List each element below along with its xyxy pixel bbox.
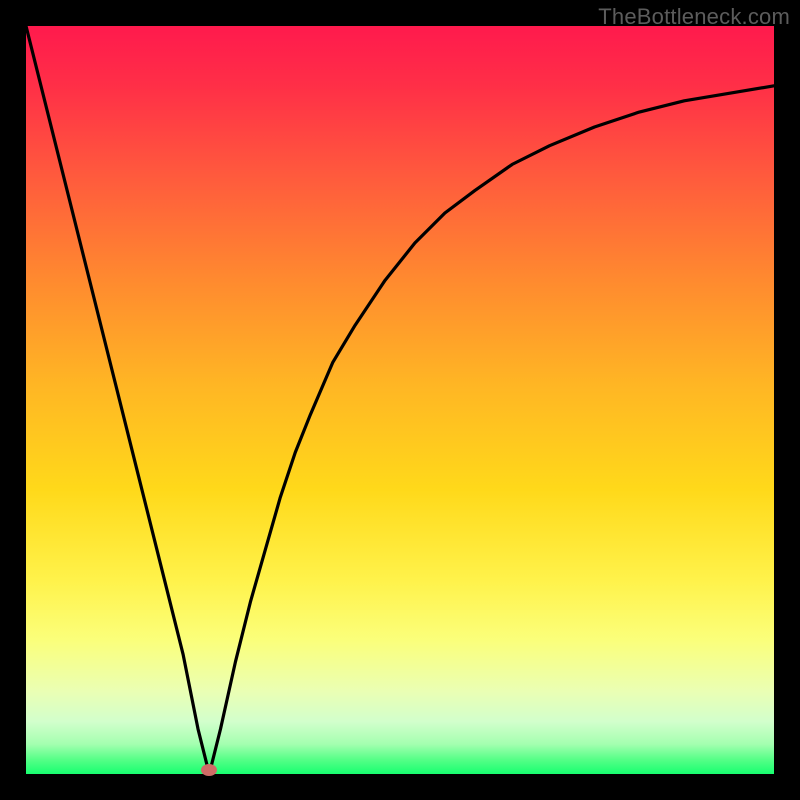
curve-svg bbox=[26, 26, 774, 774]
bottleneck-curve bbox=[26, 26, 774, 774]
watermark-text: TheBottleneck.com bbox=[598, 4, 790, 30]
chart-frame: TheBottleneck.com bbox=[0, 0, 800, 800]
min-point-marker bbox=[201, 764, 217, 776]
plot-area bbox=[26, 26, 774, 774]
